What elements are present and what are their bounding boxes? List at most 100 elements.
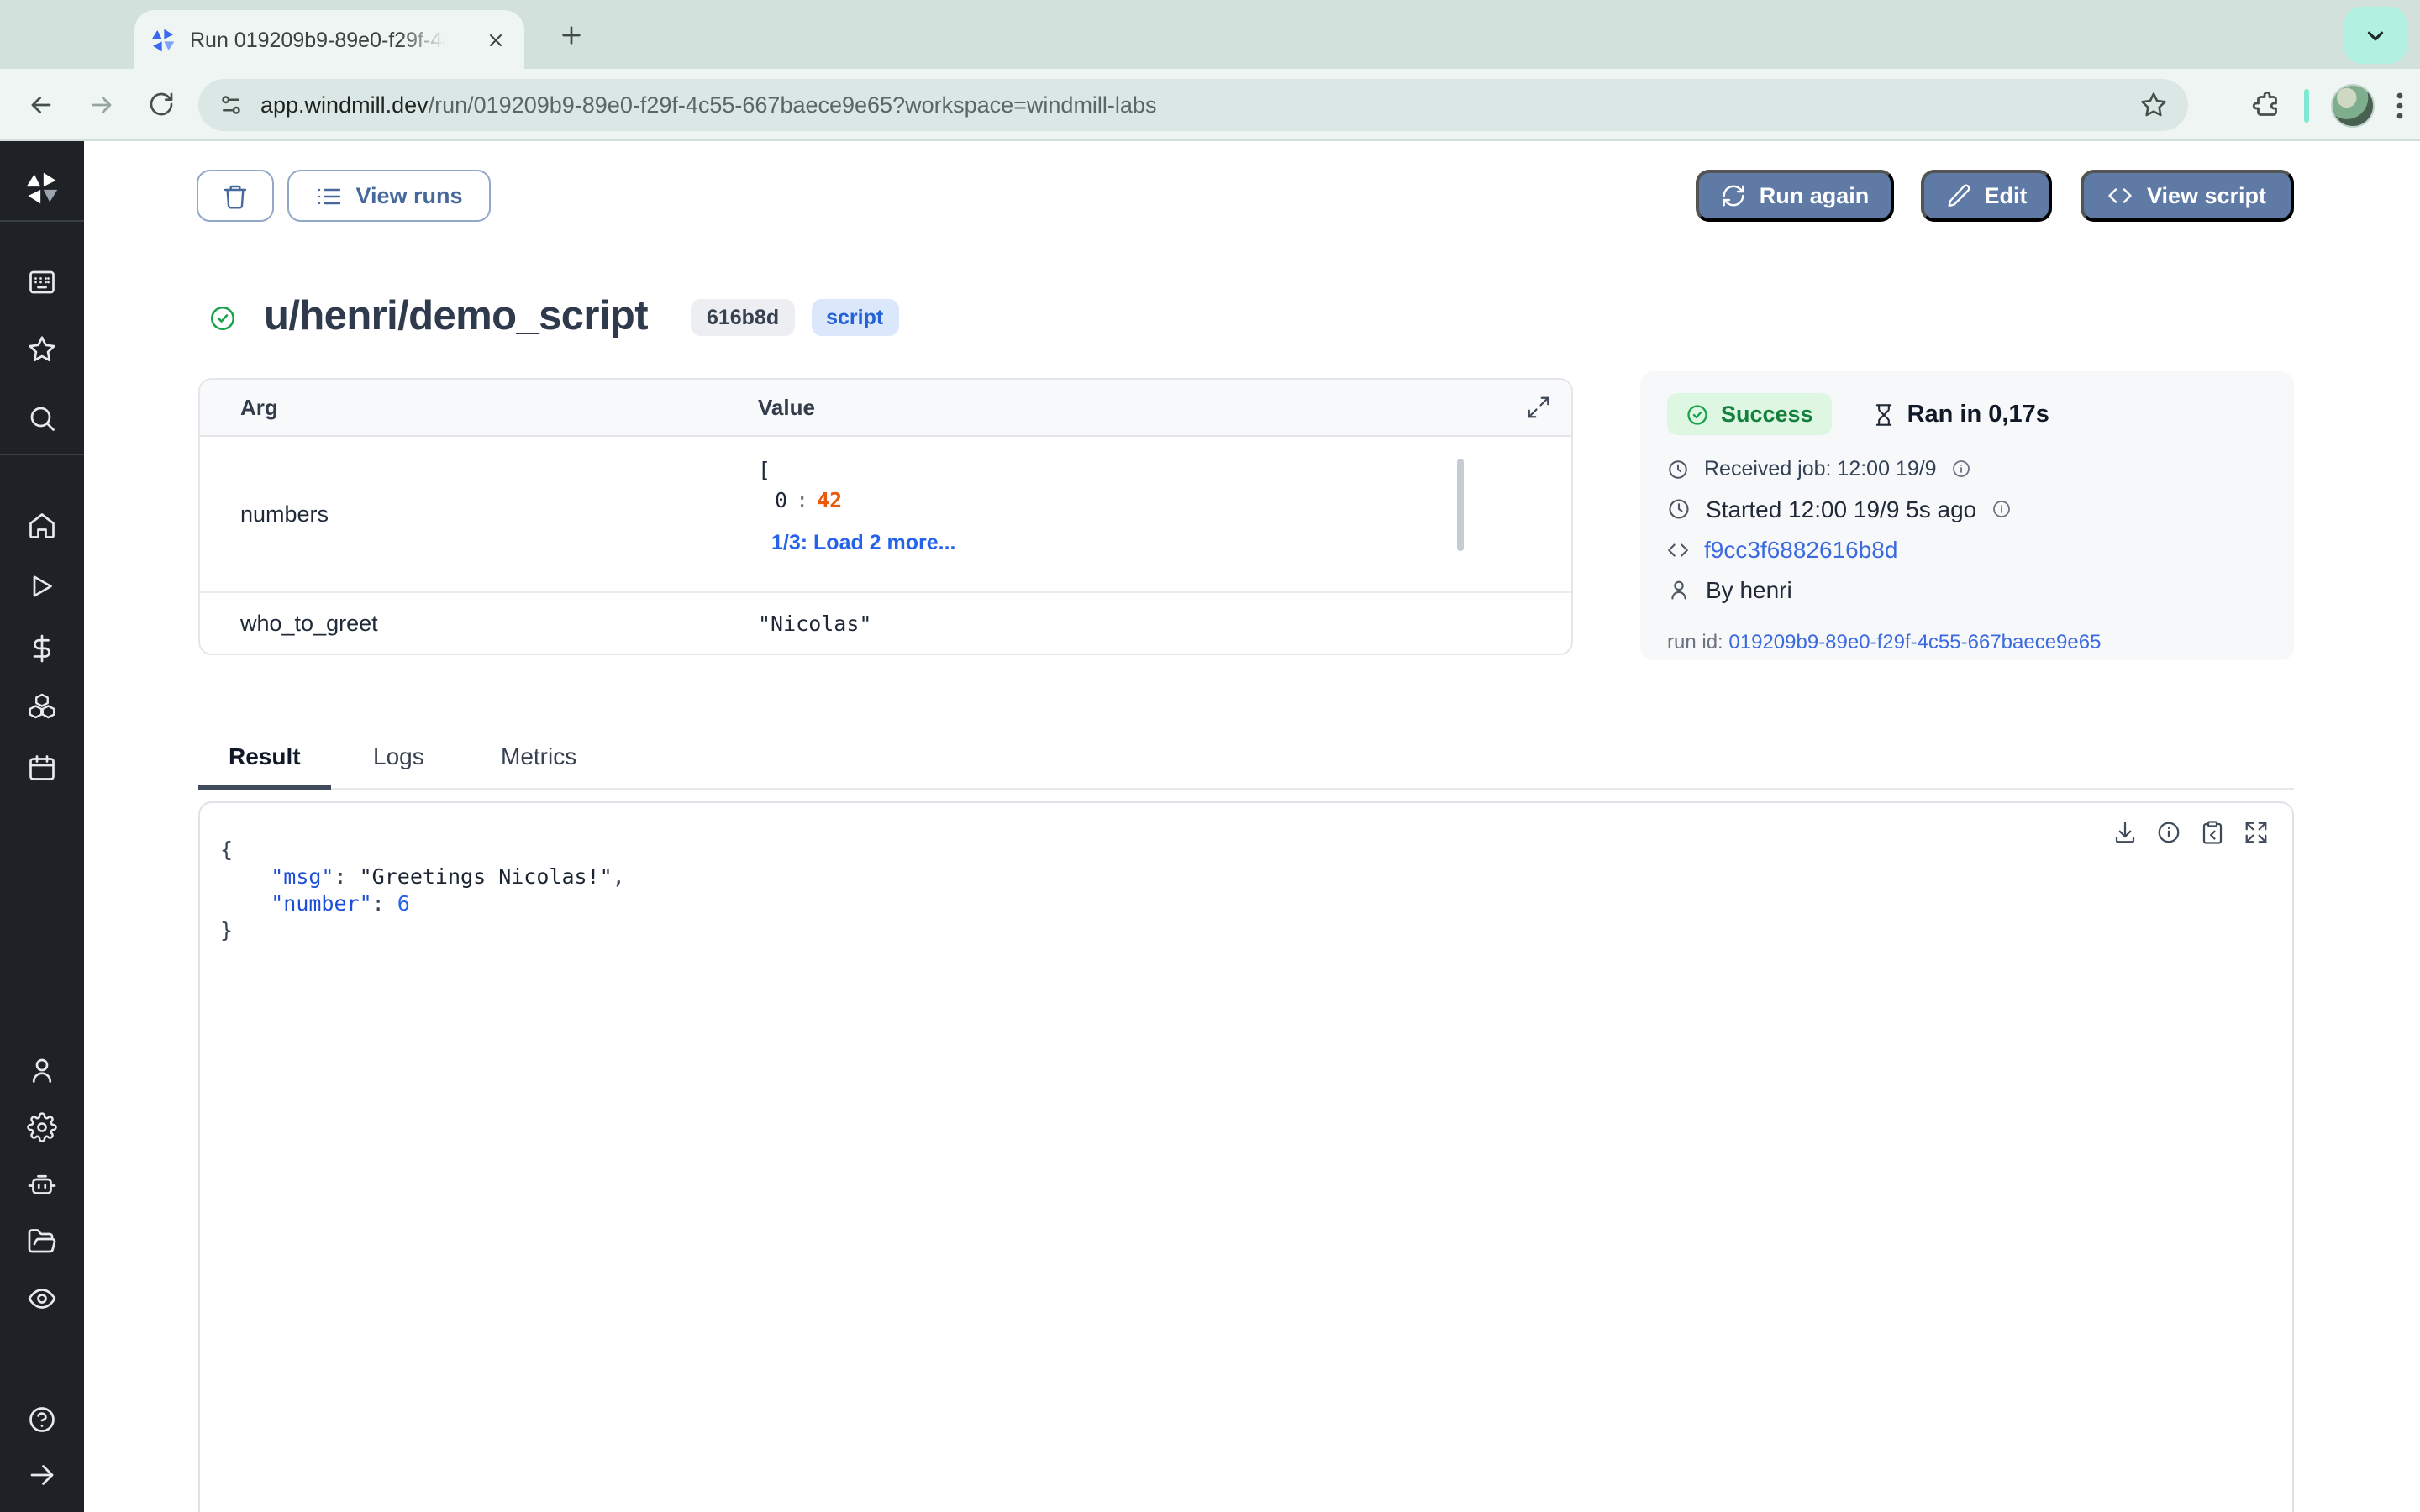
expand-result-icon[interactable]: [2244, 820, 2269, 845]
sidebar-expand-button[interactable]: [0, 1450, 84, 1500]
arg-name: numbers: [240, 501, 329, 527]
sidebar-divider: [0, 454, 84, 455]
arg-value: "Nicolas": [758, 611, 871, 636]
sidebar-item-variables[interactable]: [0, 623, 84, 674]
delete-run-button[interactable]: [197, 170, 274, 222]
sidebar-item-resources[interactable]: [0, 682, 84, 732]
sidebar-item-workers[interactable]: [0, 1159, 84, 1210]
new-tab-button[interactable]: [555, 18, 588, 52]
tab-logs[interactable]: Logs: [343, 743, 455, 790]
windmill-favicon-icon: [150, 26, 176, 53]
arg-name: who_to_greet: [240, 611, 378, 636]
sidebar-item-audit-logs[interactable]: [0, 1273, 84, 1324]
back-button[interactable]: [20, 84, 60, 124]
json-colon: :: [787, 487, 817, 512]
tab-result[interactable]: Result: [198, 743, 331, 790]
run-info-panel: Success Ran in 0,17s Received job: 12:00…: [1640, 371, 2294, 660]
browser-tab[interactable]: Run 019209b9-89e0-f29f-4c: [134, 10, 524, 69]
sidebar-item-settings[interactable]: [0, 1102, 84, 1152]
started-at: Started 12:00 19/9 5s ago: [1706, 496, 1976, 522]
sidebar-divider: [0, 220, 84, 222]
json-value-number: 6: [397, 890, 410, 916]
json-open-brace: {: [220, 837, 233, 862]
info-result-icon[interactable]: [2156, 820, 2181, 845]
tab-title: Run 019209b9-89e0-f29f-4c: [190, 28, 445, 51]
url-host: app.windmill.dev: [260, 92, 429, 118]
success-check-icon: [208, 303, 237, 332]
duration: Ran in 0,17s: [1872, 401, 2049, 428]
duration-label: Ran in 0,17s: [1907, 401, 2049, 428]
sidebar-item-help[interactable]: [0, 1394, 84, 1445]
download-result-icon[interactable]: [2112, 820, 2138, 845]
sidebar-item-favorites[interactable]: [0, 324, 84, 375]
code-icon: [1667, 538, 1689, 560]
cell-scrollbar[interactable]: [1457, 459, 1464, 551]
args-table-header: Arg Value: [200, 380, 1571, 437]
expand-args-icon[interactable]: [1526, 395, 1551, 420]
received-job: Received job: 12:00 19/9: [1704, 457, 1937, 480]
script-hash-link[interactable]: f9cc3f6882616b8d: [1704, 536, 1897, 563]
browser-menu-icon[interactable]: [2396, 92, 2403, 118]
json-key-number: "number": [271, 890, 371, 916]
run-page: View runs Run again Edit View script: [84, 141, 2420, 1512]
sidebar-item-home[interactable]: [0, 501, 84, 551]
recording-indicator: [2304, 88, 2309, 122]
extensions-icon[interactable]: [2252, 90, 2282, 120]
sidebar-item-runs[interactable]: [0, 561, 84, 612]
script-type-badge: script: [811, 299, 898, 336]
sidebar-item-schedules[interactable]: [0, 743, 84, 793]
json-array-item: 0:42: [775, 487, 842, 512]
json-key-msg: "msg": [271, 864, 334, 889]
info-icon: [1991, 499, 2012, 519]
page-title: u/henri/demo_script: [264, 294, 648, 341]
bookmark-star-icon[interactable]: [2139, 91, 2168, 119]
script-hash-badge: 616b8d: [692, 299, 794, 336]
list-icon: [315, 182, 342, 209]
sidebar-item-apps[interactable]: [0, 257, 84, 307]
windmill-logo-icon[interactable]: [0, 163, 84, 213]
view-script-label: View script: [2147, 183, 2266, 208]
json-open-bracket: [: [758, 457, 771, 482]
reload-button[interactable]: [141, 84, 182, 124]
sidebar-item-folders[interactable]: [0, 1216, 84, 1267]
view-runs-label: View runs: [355, 183, 462, 208]
result-json: { "msg": "Greetings Nicolas!", "number":…: [220, 837, 625, 944]
run-id-link[interactable]: 019209b9-89e0-f29f-4c55-667baece9e65: [1728, 630, 2101, 654]
table-row-who-to-greet: who_to_greet "Nicolas": [200, 593, 1571, 654]
tab-close-icon[interactable]: [481, 25, 509, 54]
args-table: Arg Value numbers [ 0:42 1/3: Load 2 mor…: [198, 378, 1573, 655]
copy-result-icon[interactable]: [2200, 820, 2225, 845]
info-icon: [1952, 459, 1972, 479]
app-sidebar: [0, 141, 84, 1512]
col-value: Value: [758, 395, 815, 420]
status-label: Success: [1721, 402, 1813, 427]
screenshot-root: Run 019209b9-89e0-f29f-4c app.windmill.d…: [0, 0, 2420, 1512]
sidebar-item-search[interactable]: [0, 393, 84, 444]
forward-button[interactable]: [81, 84, 121, 124]
view-runs-button[interactable]: View runs: [287, 170, 491, 222]
run-header: u/henri/demo_script 616b8d script: [208, 289, 898, 346]
tab-metrics[interactable]: Metrics: [471, 743, 607, 790]
run-id-label: run id:: [1667, 630, 1723, 654]
url-text[interactable]: app.windmill.dev/run/019209b9-89e0-f29f-…: [260, 92, 1156, 118]
code-icon: [2108, 183, 2133, 208]
address-bar[interactable]: app.windmill.dev/run/019209b9-89e0-f29f-…: [198, 79, 2188, 131]
edit-button[interactable]: Edit: [1921, 170, 2052, 222]
clock-icon: [1667, 458, 1689, 480]
run-again-button[interactable]: Run again: [1696, 170, 1894, 222]
run-again-label: Run again: [1760, 183, 1870, 208]
json-close-brace: }: [220, 917, 233, 942]
refresh-icon: [1721, 183, 1746, 208]
view-script-button[interactable]: View script: [2081, 170, 2294, 222]
site-info-icon[interactable]: [218, 92, 244, 118]
profile-avatar[interactable]: [2331, 83, 2375, 127]
pencil-icon: [1946, 183, 1971, 208]
json-value-msg: "Greetings Nicolas!": [360, 864, 613, 889]
run-id-line: run id: 019209b9-89e0-f29f-4c55-667baece…: [1667, 630, 2267, 654]
tab-search-chevron-button[interactable]: [2344, 7, 2407, 64]
load-more-link[interactable]: 1/3: Load 2 more...: [771, 531, 956, 554]
json-number-value: 42: [817, 487, 842, 512]
url-path: /run/019209b9-89e0-f29f-4c55-667baece9e6…: [429, 92, 1157, 118]
sidebar-item-users[interactable]: [0, 1045, 84, 1095]
browser-tab-bar: Run 019209b9-89e0-f29f-4c: [0, 0, 2420, 69]
